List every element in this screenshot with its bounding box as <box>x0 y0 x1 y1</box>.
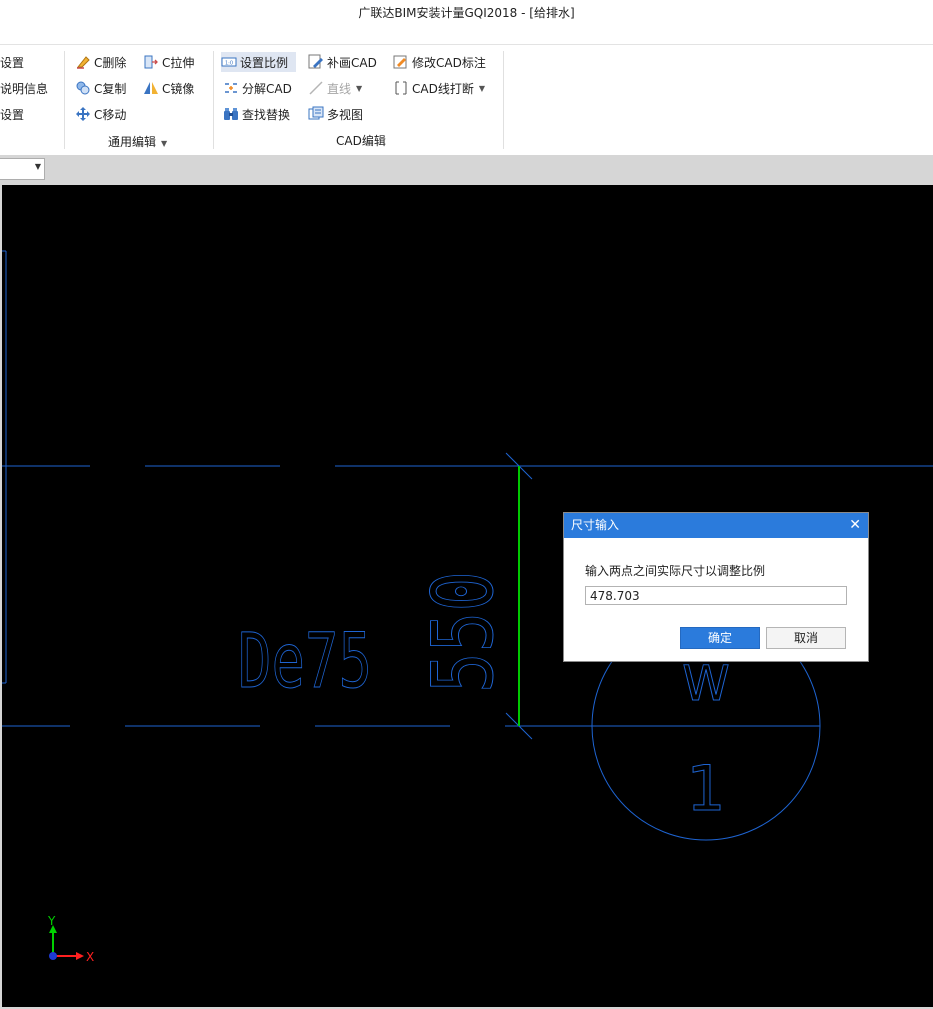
ok-button[interactable]: 确定 <box>680 627 760 649</box>
c-delete-label: C删除 <box>94 55 127 70</box>
cancel-button[interactable]: 取消 <box>766 627 846 649</box>
modify-cad-dim-label: 修改CAD标注 <box>412 55 486 70</box>
group-separator <box>64 51 65 149</box>
ribbon-toolbar: 设置 说明信息 设置 C删除 C复制 C移动 C拉伸 C镜像 通用编辑 ▼ 1:… <box>0 44 933 156</box>
pipe-label-text: De75 <box>238 616 372 705</box>
general-edit-group-label[interactable]: 通用编辑 ▼ <box>108 133 167 150</box>
copy-icon <box>75 80 91 96</box>
ucs-axes: Y X <box>47 914 94 964</box>
multi-view-label: 多视图 <box>327 107 364 122</box>
line-icon <box>308 80 324 96</box>
ribbon-left-item-1-label: 设置 <box>0 55 25 70</box>
multi-view-button[interactable]: 多视图 <box>308 104 363 124</box>
x-axis-label: X <box>86 950 94 964</box>
move-icon <box>75 106 91 122</box>
ribbon-left-item-3-label: 设置 <box>0 107 25 122</box>
title-bar: 广联达BIM安装计量GQI2018 - [给排水] <box>0 0 933 44</box>
explode-cad-label: 分解CAD <box>242 81 292 96</box>
explode-icon <box>223 80 239 96</box>
dimension-text: 550 <box>414 571 512 693</box>
svg-text:1:0: 1:0 <box>225 61 233 67</box>
mirror-icon <box>143 80 159 96</box>
set-scale-label: 设置比例 <box>240 55 289 70</box>
draw-cad-button[interactable]: 补画CAD <box>308 52 377 72</box>
find-replace-button[interactable]: 查找替换 <box>223 104 290 124</box>
c-copy-button[interactable]: C复制 <box>75 78 126 98</box>
general-edit-label-text: 通用编辑 <box>108 135 157 149</box>
scale-ruler-icon: 1:0 <box>221 54 237 70</box>
line-button[interactable]: 直线 ▼ <box>308 78 362 98</box>
window-title: 广联达BIM安装计量GQI2018 - [给排水] <box>358 6 575 20</box>
group-separator <box>213 51 214 149</box>
layer-dropdown[interactable]: ▼ <box>0 158 45 180</box>
dimension-input-dialog: 尺寸输入 ✕ 输入两点之间实际尺寸以调整比例 确定 取消 <box>563 512 869 662</box>
ribbon-left-item-2-label: 说明信息 <box>0 81 49 96</box>
c-move-label: C移动 <box>94 107 127 122</box>
dialog-title-bar: 尺寸输入 ✕ <box>564 513 868 538</box>
cad-line-break-button[interactable]: CAD线打断 ▼ <box>393 78 485 98</box>
cad-edit-group-label: CAD编辑 <box>336 134 386 148</box>
c-mirror-button[interactable]: C镜像 <box>143 78 194 98</box>
binoculars-icon <box>223 106 239 122</box>
dimension-input[interactable] <box>585 586 847 605</box>
c-delete-button[interactable]: C删除 <box>75 52 126 72</box>
break-line-icon <box>393 80 409 96</box>
draw-cad-label: 补画CAD <box>327 55 377 70</box>
chevron-down-icon: ▼ <box>34 162 41 171</box>
property-strip: ▼ <box>0 155 933 183</box>
close-icon[interactable]: ✕ <box>849 513 861 538</box>
x-axis-arrow <box>76 952 84 960</box>
modify-cad-dim-button[interactable]: 修改CAD标注 <box>393 52 486 72</box>
ribbon-left-item-2[interactable]: 说明信息 <box>0 78 48 98</box>
c-stretch-button[interactable]: C拉伸 <box>143 52 194 72</box>
eraser-icon <box>75 54 91 70</box>
multi-view-icon <box>308 106 324 122</box>
dialog-prompt: 输入两点之间实际尺寸以调整比例 <box>585 564 766 578</box>
y-axis-label: Y <box>47 914 56 928</box>
circle-lower-text: 1 <box>686 752 725 825</box>
find-replace-label: 查找替换 <box>242 107 291 122</box>
group-separator <box>503 51 504 149</box>
c-mirror-label: C镜像 <box>162 81 195 96</box>
line-label: 直线 <box>327 81 352 96</box>
c-copy-label: C复制 <box>94 81 127 96</box>
pencil-icon <box>308 54 324 70</box>
dialog-title: 尺寸输入 <box>571 518 620 532</box>
explode-cad-button[interactable]: 分解CAD <box>223 78 292 98</box>
chevron-down-icon: ▼ <box>161 139 168 148</box>
chevron-down-icon: ▼ <box>478 83 485 93</box>
c-stretch-label: C拉伸 <box>162 55 195 70</box>
set-scale-button[interactable]: 1:0 设置比例 <box>221 52 297 72</box>
chevron-down-icon: ▼ <box>356 83 363 93</box>
ribbon-left-item-3[interactable]: 设置 <box>0 104 24 124</box>
circle-upper-text: W <box>682 656 729 712</box>
origin-dot <box>49 952 57 960</box>
cad-line-break-label: CAD线打断 <box>412 81 474 96</box>
edit-dimension-icon <box>393 54 409 70</box>
c-move-button[interactable]: C移动 <box>75 104 126 124</box>
ribbon-left-item-1[interactable]: 设置 <box>0 52 24 72</box>
stretch-icon <box>143 54 159 70</box>
